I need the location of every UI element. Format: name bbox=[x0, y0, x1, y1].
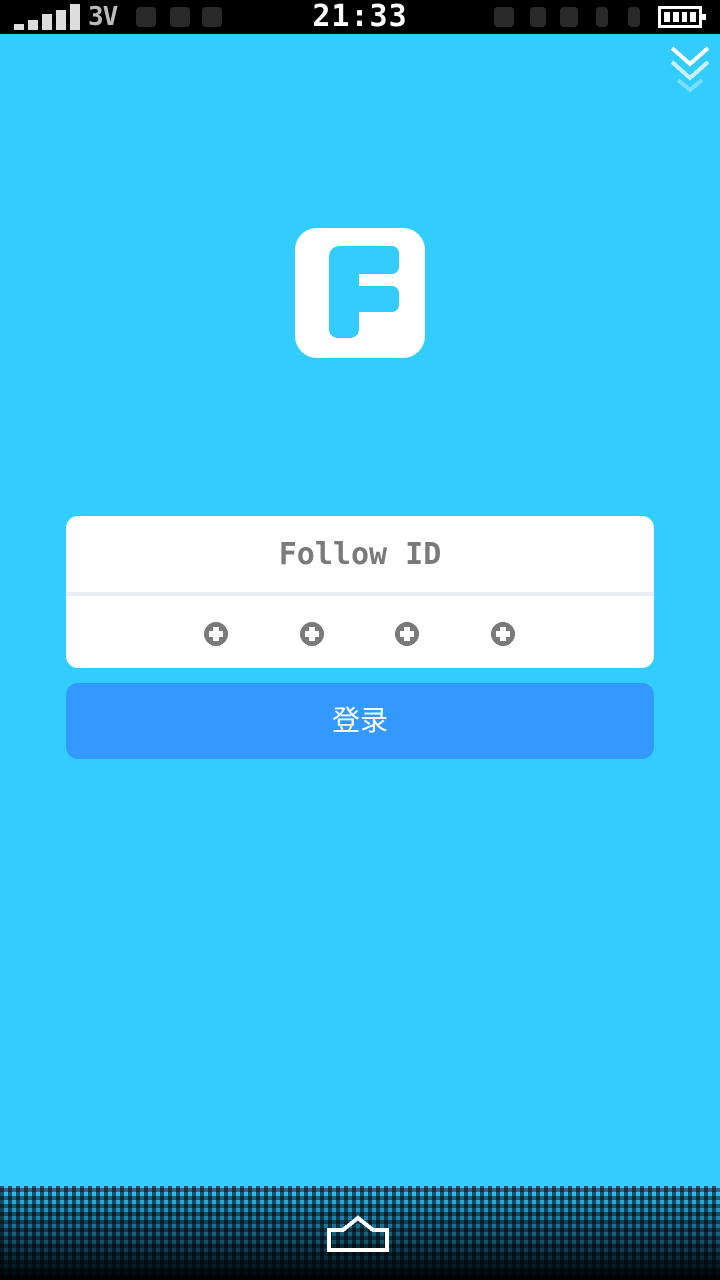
home-button[interactable] bbox=[325, 1212, 391, 1254]
password-dot-icon bbox=[300, 622, 324, 646]
login-button[interactable]: 登录 bbox=[66, 683, 654, 759]
vibrate-icon bbox=[560, 7, 578, 27]
data-icon-2 bbox=[628, 7, 640, 27]
status-bar: 3V 21:33 bbox=[0, 0, 720, 34]
collapse-button[interactable] bbox=[668, 42, 712, 98]
chevron-down-icon bbox=[670, 46, 710, 93]
app-logo-f-icon bbox=[329, 246, 399, 338]
login-card bbox=[66, 516, 654, 668]
password-dot-icon bbox=[491, 622, 515, 646]
alarm-icon bbox=[494, 7, 514, 27]
home-icon bbox=[327, 1215, 389, 1252]
password-dot-icon bbox=[204, 622, 228, 646]
app-logo bbox=[295, 228, 425, 358]
password-input[interactable] bbox=[66, 596, 654, 668]
follow-id-input[interactable] bbox=[66, 516, 654, 592]
clock: 21:33 bbox=[312, 0, 408, 34]
data-icon bbox=[596, 7, 608, 27]
bluetooth-icon bbox=[530, 7, 546, 27]
battery-icon bbox=[658, 6, 706, 28]
password-dot-icon bbox=[395, 622, 419, 646]
